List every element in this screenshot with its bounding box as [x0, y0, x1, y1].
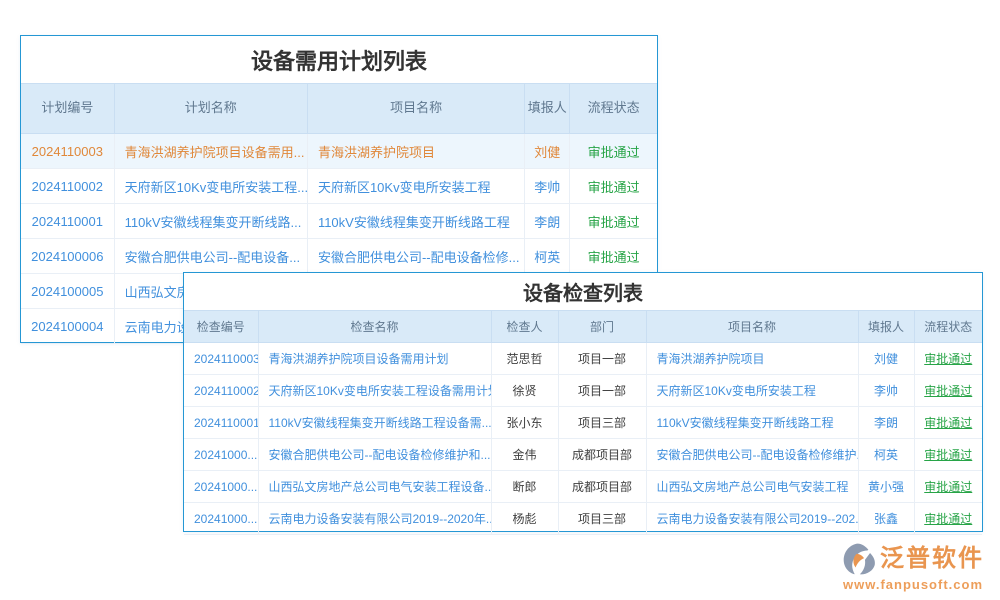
inspection-id-cell[interactable]: 2024110001 [184, 407, 258, 439]
inspector-cell: 范思哲 [491, 343, 558, 375]
column-header: 计划名称 [114, 84, 307, 134]
inspection-name-cell[interactable]: 青海洪湖养护院项目设备需用计划 [258, 343, 491, 375]
inspection-table: 检查编号检查名称检查人部门项目名称填报人流程状态 2024110003青海洪湖养… [184, 310, 982, 535]
reporter-cell[interactable]: 柯英 [858, 439, 914, 471]
table-row[interactable]: 20241000...安徽合肥供电公司--配电设备检修维护和...金伟成都项目部… [184, 439, 982, 471]
inspection-name-cell[interactable]: 110kV安徽线程集变开断线路工程设备需... [258, 407, 491, 439]
project-name-cell[interactable]: 安徽合肥供电公司--配电设备检修... [307, 239, 524, 274]
table-row[interactable]: 20241000...云南电力设备安装有限公司2019--2020年...杨彪项… [184, 503, 982, 535]
column-header: 检查编号 [184, 311, 258, 343]
inspector-cell: 张小东 [491, 407, 558, 439]
project-name-cell[interactable]: 110kV安徽线程集变开断线路工程 [307, 204, 524, 239]
plan-id-cell[interactable]: 2024100005 [21, 274, 114, 309]
plan-id-cell[interactable]: 2024110002 [21, 169, 114, 204]
plan-list-title: 设备需用计划列表 [21, 36, 657, 83]
column-header: 部门 [558, 311, 646, 343]
inspection-name-cell[interactable]: 云南电力设备安装有限公司2019--2020年... [258, 503, 491, 535]
reporter-cell[interactable]: 刘健 [858, 343, 914, 375]
status-cell[interactable]: 审批通过 [914, 375, 982, 407]
inspection-id-cell[interactable]: 20241000... [184, 471, 258, 503]
reporter-cell[interactable]: 张鑫 [858, 503, 914, 535]
fanpu-logo-icon [842, 542, 876, 576]
equipment-inspection-list-panel: 设备检查列表 检查编号检查名称检查人部门项目名称填报人流程状态 20241100… [183, 272, 983, 532]
reporter-cell[interactable]: 黄小强 [858, 471, 914, 503]
plan-name-cell[interactable]: 安徽合肥供电公司--配电设备... [114, 239, 307, 274]
column-header: 填报人 [525, 84, 570, 134]
inspection-id-cell[interactable]: 20241000... [184, 503, 258, 535]
department-cell: 成都项目部 [558, 439, 646, 471]
status-cell: 审批通过 [570, 134, 657, 169]
column-header: 计划编号 [21, 84, 114, 134]
status-cell[interactable]: 审批通过 [914, 503, 982, 535]
inspector-cell: 杨彪 [491, 503, 558, 535]
inspector-cell: 徐贤 [491, 375, 558, 407]
column-header: 项目名称 [307, 84, 524, 134]
inspector-cell: 断郎 [491, 471, 558, 503]
project-name-cell[interactable]: 青海洪湖养护院项目 [307, 134, 524, 169]
inspection-name-cell[interactable]: 天府新区10Kv变电所安装工程设备需用计划 [258, 375, 491, 407]
inspection-id-cell[interactable]: 2024110002 [184, 375, 258, 407]
plan-name-cell[interactable]: 天府新区10Kv变电所安装工程... [114, 169, 307, 204]
project-name-cell[interactable]: 天府新区10Kv变电所安装工程 [646, 375, 858, 407]
project-name-cell[interactable]: 安徽合肥供电公司--配电设备检修维护... [646, 439, 858, 471]
status-cell[interactable]: 审批通过 [914, 439, 982, 471]
table-row[interactable]: 2024110001110kV安徽线程集变开断线路工程设备需...张小东项目三部… [184, 407, 982, 439]
plan-name-cell[interactable]: 110kV安徽线程集变开断线路... [114, 204, 307, 239]
project-name-cell[interactable]: 云南电力设备安装有限公司2019--202... [646, 503, 858, 535]
inspection-list-title: 设备检查列表 [184, 273, 982, 310]
brand-footer: 泛普软件 www.fanpusoft.com [842, 542, 984, 592]
inspector-cell: 金伟 [491, 439, 558, 471]
table-row[interactable]: 2024110003青海洪湖养护院项目设备需用...青海洪湖养护院项目刘健审批通… [21, 134, 657, 169]
table-row[interactable]: 2024100006安徽合肥供电公司--配电设备...安徽合肥供电公司--配电设… [21, 239, 657, 274]
plan-id-cell[interactable]: 2024110001 [21, 204, 114, 239]
department-cell: 项目一部 [558, 343, 646, 375]
department-cell: 项目三部 [558, 503, 646, 535]
project-name-cell[interactable]: 110kV安徽线程集变开断线路工程 [646, 407, 858, 439]
table-row[interactable]: 20241000...山西弘文房地产总公司电气安装工程设备...断郎成都项目部山… [184, 471, 982, 503]
reporter-cell[interactable]: 刘健 [525, 134, 570, 169]
table-row[interactable]: 2024110003青海洪湖养护院项目设备需用计划范思哲项目一部青海洪湖养护院项… [184, 343, 982, 375]
status-cell[interactable]: 审批通过 [914, 471, 982, 503]
plan-id-cell[interactable]: 2024110003 [21, 134, 114, 169]
table-row[interactable]: 2024110002天府新区10Kv变电所安装工程...天府新区10Kv变电所安… [21, 169, 657, 204]
inspection-id-cell[interactable]: 20241000... [184, 439, 258, 471]
column-header: 检查名称 [258, 311, 491, 343]
column-header: 项目名称 [646, 311, 858, 343]
status-cell: 审批通过 [570, 169, 657, 204]
reporter-cell[interactable]: 李朗 [525, 204, 570, 239]
status-cell[interactable]: 审批通过 [914, 343, 982, 375]
column-header: 检查人 [491, 311, 558, 343]
table-row[interactable]: 2024110001110kV安徽线程集变开断线路...110kV安徽线程集变开… [21, 204, 657, 239]
plan-table-header-row: 计划编号计划名称项目名称填报人流程状态 [21, 84, 657, 134]
status-cell: 审批通过 [570, 204, 657, 239]
reporter-cell[interactable]: 柯英 [525, 239, 570, 274]
status-cell: 审批通过 [570, 239, 657, 274]
project-name-cell[interactable]: 天府新区10Kv变电所安装工程 [307, 169, 524, 204]
project-name-cell[interactable]: 青海洪湖养护院项目 [646, 343, 858, 375]
inspection-name-cell[interactable]: 山西弘文房地产总公司电气安装工程设备... [258, 471, 491, 503]
reporter-cell[interactable]: 李帅 [858, 375, 914, 407]
department-cell: 成都项目部 [558, 471, 646, 503]
project-name-cell[interactable]: 山西弘文房地产总公司电气安装工程 [646, 471, 858, 503]
brand-name: 泛普软件 [880, 546, 984, 572]
column-header: 填报人 [858, 311, 914, 343]
plan-name-cell[interactable]: 青海洪湖养护院项目设备需用... [114, 134, 307, 169]
department-cell: 项目一部 [558, 375, 646, 407]
inspection-name-cell[interactable]: 安徽合肥供电公司--配电设备检修维护和... [258, 439, 491, 471]
column-header: 流程状态 [570, 84, 657, 134]
brand-url-link[interactable]: www.fanpusoft.com [843, 578, 983, 592]
status-cell[interactable]: 审批通过 [914, 407, 982, 439]
department-cell: 项目三部 [558, 407, 646, 439]
reporter-cell[interactable]: 李帅 [525, 169, 570, 204]
inspection-table-header-row: 检查编号检查名称检查人部门项目名称填报人流程状态 [184, 311, 982, 343]
column-header: 流程状态 [914, 311, 982, 343]
table-row[interactable]: 2024110002天府新区10Kv变电所安装工程设备需用计划徐贤项目一部天府新… [184, 375, 982, 407]
inspection-id-cell[interactable]: 2024110003 [184, 343, 258, 375]
plan-id-cell[interactable]: 2024100006 [21, 239, 114, 274]
plan-id-cell[interactable]: 2024100004 [21, 309, 114, 344]
reporter-cell[interactable]: 李朗 [858, 407, 914, 439]
